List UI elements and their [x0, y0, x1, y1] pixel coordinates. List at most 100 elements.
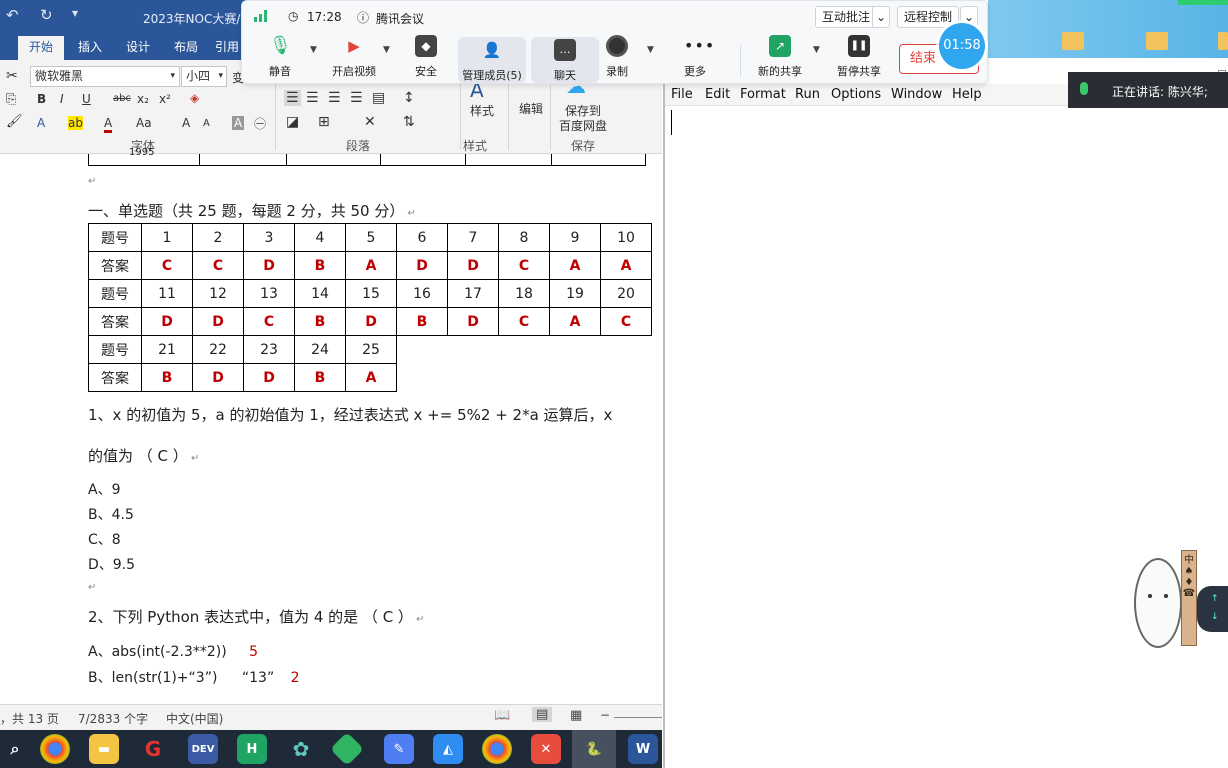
start-video-button[interactable]: ▶ 开启视频: [320, 35, 388, 79]
align-left-icon[interactable]: ☰: [284, 90, 301, 106]
paragraph-mark: ↵: [88, 582, 97, 593]
question-number-cell: 16: [396, 279, 448, 308]
info-icon[interactable]: ⓘ: [357, 9, 369, 26]
app-blue-icon[interactable]: ✎: [384, 734, 414, 764]
shading-icon[interactable]: ◪: [286, 114, 299, 130]
video-off-icon: ▶: [348, 37, 360, 55]
enclose-char-button[interactable]: ㊀: [254, 115, 266, 132]
app-g-icon[interactable]: G: [138, 734, 168, 764]
distribute-icon[interactable]: ▤: [372, 90, 385, 106]
font-size-select[interactable]: 小四 ▾: [181, 66, 227, 87]
section-heading-text: 一、单选题（共 25 题，每题 2 分，共 50 分）: [88, 202, 405, 220]
devcpp-icon[interactable]: DEV: [188, 734, 218, 764]
menu-format[interactable]: Format: [740, 87, 786, 102]
annotate-dropdown[interactable]: ⌄: [872, 6, 890, 28]
menu-file[interactable]: File: [671, 87, 693, 102]
row-label-answer: 答案: [88, 363, 142, 392]
tab-references[interactable]: 引用: [212, 36, 242, 60]
question-number-cell: 25: [345, 335, 397, 364]
pause-share-button[interactable]: ❚❚ 暂停共享: [825, 35, 893, 79]
cut-icon[interactable]: ✂: [6, 68, 18, 84]
python-icon[interactable]: 🐍: [572, 730, 616, 768]
page-count[interactable]: ，共 13 页: [0, 710, 59, 727]
document-page[interactable]: 1995 ↵ 一、单选题（共 25 题，每题 2 分，共 50 分） ↵ 题号 1…: [0, 147, 662, 704]
shrink-font-button[interactable]: A: [203, 118, 210, 129]
subscript-button[interactable]: x₂: [137, 92, 149, 106]
char-shading-button[interactable]: A: [232, 116, 245, 130]
quick-access-dropdown-icon[interactable]: ▾: [72, 6, 78, 20]
search-icon[interactable]: ⌕: [0, 734, 30, 764]
redo-icon[interactable]: ↻: [40, 6, 53, 24]
security-button[interactable]: ◆ 安全: [392, 35, 460, 79]
align-right-icon[interactable]: ☰: [328, 90, 341, 106]
app-h-icon[interactable]: H: [237, 734, 267, 764]
app-close-red-icon[interactable]: ✕: [531, 734, 561, 764]
highlight-button[interactable]: ab: [68, 116, 83, 130]
zoom-slider[interactable]: [614, 717, 662, 718]
language-indicator[interactable]: 中文(中国): [166, 710, 223, 727]
borders-icon[interactable]: ⊞: [318, 114, 330, 130]
web-layout-icon[interactable]: ▦: [570, 708, 582, 723]
grow-font-button[interactable]: A: [182, 116, 190, 130]
undo-icon[interactable]: ↶: [6, 6, 19, 24]
justify-icon[interactable]: ☰: [350, 90, 363, 106]
strikethrough-button[interactable]: abc: [113, 93, 131, 104]
chrome-icon[interactable]: [40, 734, 70, 764]
superscript-button[interactable]: x²: [159, 92, 171, 106]
underline-button[interactable]: U: [82, 92, 91, 106]
new-share-button[interactable]: ↗ 新的共享: [746, 35, 814, 79]
line-spacing-icon[interactable]: ↕: [403, 90, 415, 106]
tab-insert[interactable]: 插入: [68, 36, 112, 60]
menu-window[interactable]: Window: [891, 87, 942, 102]
read-mode-icon[interactable]: 📖: [494, 708, 510, 723]
file-explorer-icon[interactable]: ▬: [89, 734, 119, 764]
menu-options[interactable]: Options: [831, 87, 881, 102]
font-color-button[interactable]: A: [104, 116, 113, 133]
mascot-sticker[interactable]: [1134, 558, 1182, 648]
styles-button[interactable]: 样式: [470, 102, 494, 119]
remote-control-button[interactable]: 远程控制: [897, 6, 960, 28]
align-center-icon[interactable]: ☰: [306, 90, 319, 106]
font-name-select[interactable]: 微软雅黑 ▾: [30, 66, 180, 87]
italic-button[interactable]: I: [60, 92, 64, 106]
text-effects-button[interactable]: A: [37, 116, 45, 130]
copy-icon[interactable]: ⎘: [6, 92, 16, 107]
pinwheel-icon[interactable]: ✿: [286, 734, 316, 764]
chevron-down-icon[interactable]: ▼: [310, 45, 317, 55]
folder-icon[interactable]: [1062, 32, 1084, 50]
chevron-down-icon[interactable]: ▼: [647, 45, 654, 55]
tab-design[interactable]: 设计: [116, 36, 160, 60]
sort-icon[interactable]: ⇅: [403, 114, 415, 130]
clear-format-icon[interactable]: ◈: [190, 91, 199, 105]
chrome-icon[interactable]: [482, 734, 512, 764]
chevron-down-icon[interactable]: ▼: [383, 45, 390, 55]
editor-area[interactable]: [665, 106, 1226, 766]
menu-run[interactable]: Run: [795, 87, 820, 102]
change-case-button[interactable]: Aa: [136, 116, 152, 130]
chevron-down-icon[interactable]: ▼: [813, 45, 820, 55]
tab-home[interactable]: 开始: [18, 36, 64, 60]
more-button[interactable]: ••• 更多: [661, 35, 729, 79]
menu-help[interactable]: Help: [952, 87, 982, 102]
print-layout-icon[interactable]: ▤: [532, 707, 553, 722]
save-to-label-2[interactable]: 百度网盘: [559, 117, 607, 134]
folder-icon[interactable]: [1218, 32, 1228, 50]
record-button[interactable]: 录制: [583, 35, 651, 79]
format-painter-icon[interactable]: 🖌: [6, 114, 23, 129]
tencent-meeting-icon[interactable]: ◭: [433, 734, 463, 764]
annotate-button[interactable]: 互动批注: [815, 6, 878, 28]
meeting-app-name[interactable]: 腾讯会议: [376, 10, 424, 27]
edit-button[interactable]: 编辑: [519, 100, 543, 117]
word-count[interactable]: 7/2833 个字: [78, 710, 148, 727]
folder-icon[interactable]: [1146, 32, 1168, 50]
zoom-out-icon[interactable]: −: [600, 708, 610, 722]
asian-layout-icon[interactable]: ✕: [364, 114, 376, 130]
tab-layout[interactable]: 布局: [164, 36, 208, 60]
recording-timer[interactable]: 01:58: [939, 23, 985, 69]
word-icon[interactable]: W: [628, 734, 658, 764]
menu-edit[interactable]: Edit: [705, 87, 730, 102]
manage-members-button[interactable]: 👤 管理成员(5): [458, 37, 526, 83]
mute-button[interactable]: 🎙 静音: [246, 35, 314, 79]
question-2-stem: 2、下列 Python 表达式中，值为 4 的是 （ C ）: [88, 608, 413, 626]
bold-button[interactable]: B: [37, 92, 46, 106]
